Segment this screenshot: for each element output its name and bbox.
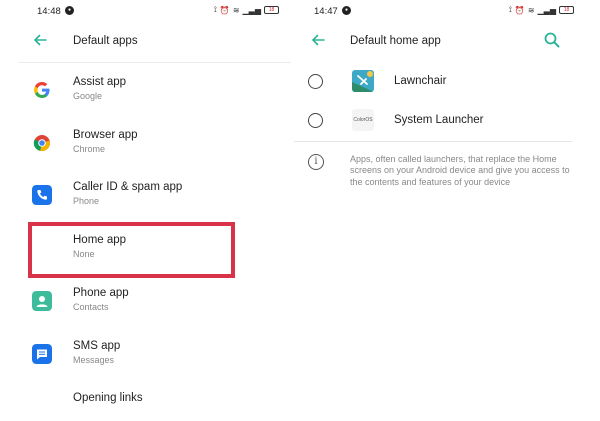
list-item-caller-id-app[interactable]: Caller ID & spam app Phone <box>0 173 291 217</box>
info-icon: i <box>308 154 324 170</box>
page-title: Default apps <box>73 35 138 47</box>
list-item-sms-app[interactable]: SMS app Messages <box>0 332 291 376</box>
default-home-app-screen: 14:47 ● ⟟ ⏰ ≋ ▁▃▅ 18 Default home app La… <box>294 0 584 421</box>
battery-icon: 18 <box>264 6 279 14</box>
list-item-opening-links[interactable]: Opening links <box>0 378 291 421</box>
list-item-browser-app[interactable]: Browser app Chrome <box>0 121 291 165</box>
list-item-title: Assist app <box>73 76 127 88</box>
alarm-icon: ⏰ <box>514 5 525 15</box>
status-time: 14:47 <box>314 6 338 17</box>
app-bar: Default apps <box>0 26 291 56</box>
page-title: Default home app <box>350 35 441 47</box>
list-item-title: Phone app <box>73 287 129 299</box>
list-item-assist-app[interactable]: Assist app Google <box>0 68 291 112</box>
divider <box>18 62 291 63</box>
signal-icon: ▁▃▅ <box>242 5 261 15</box>
status-bar: 14:48 ● ⟟ ⏰ ≋ ▁▃▅ 18 <box>0 0 291 22</box>
back-arrow-icon[interactable] <box>30 30 50 50</box>
battery-icon: 18 <box>559 6 574 14</box>
status-time: 14:48 <box>37 6 61 17</box>
launcher-label: Lawnchair <box>394 75 447 87</box>
lawnchair-icon <box>352 70 374 92</box>
launcher-label: System Launcher <box>394 114 484 126</box>
coloros-icon: ColorOS <box>352 109 374 131</box>
google-icon <box>34 82 50 98</box>
status-icons: ⟟ ⏰ ≋ ▁▃▅ 18 <box>509 5 574 15</box>
messages-icon <box>32 344 52 364</box>
list-item-subtitle: Contacts <box>73 302 109 312</box>
list-item-title: Opening links <box>73 392 143 404</box>
notification-icon: ● <box>342 6 351 15</box>
contacts-icon <box>32 291 52 311</box>
phone-icon <box>32 185 52 205</box>
signal-icon: ▁▃▅ <box>537 5 556 15</box>
list-item-title: Caller ID & spam app <box>73 181 183 193</box>
list-item-subtitle: Chrome <box>73 144 106 154</box>
list-item-subtitle: Google <box>73 91 103 101</box>
radio-button[interactable] <box>308 113 323 128</box>
vibrate-icon: ⟟ <box>508 5 512 14</box>
search-icon[interactable] <box>542 30 562 50</box>
wifi-icon: ≋ <box>232 5 240 15</box>
highlight-annotation-box <box>28 222 235 278</box>
info-description: Apps, often called launchers, that repla… <box>350 154 570 187</box>
alarm-icon: ⏰ <box>219 5 230 15</box>
wifi-icon: ≋ <box>527 5 535 15</box>
launcher-option-lawnchair[interactable]: Lawnchair <box>294 62 584 102</box>
list-item-phone-app[interactable]: Phone app Contacts <box>0 279 291 323</box>
notification-icon: ● <box>65 6 74 15</box>
list-item-title: Browser app <box>73 129 138 141</box>
radio-button[interactable] <box>308 74 323 89</box>
vibrate-icon: ⟟ <box>213 5 217 14</box>
app-bar: Default home app <box>294 26 584 56</box>
back-arrow-icon[interactable] <box>308 30 328 50</box>
divider <box>294 141 572 142</box>
list-item-subtitle: Messages <box>73 355 115 365</box>
status-icons: ⟟ ⏰ ≋ ▁▃▅ 18 <box>214 5 279 15</box>
default-apps-screen: 14:48 ● ⟟ ⏰ ≋ ▁▃▅ 18 Default apps Assist… <box>0 0 291 421</box>
list-item-subtitle: Phone <box>73 196 100 206</box>
chrome-icon <box>33 135 50 152</box>
launcher-option-system-launcher[interactable]: ColorOS System Launcher <box>294 101 584 141</box>
list-item-title: SMS app <box>73 340 121 352</box>
status-bar: 14:47 ● ⟟ ⏰ ≋ ▁▃▅ 18 <box>294 0 584 22</box>
